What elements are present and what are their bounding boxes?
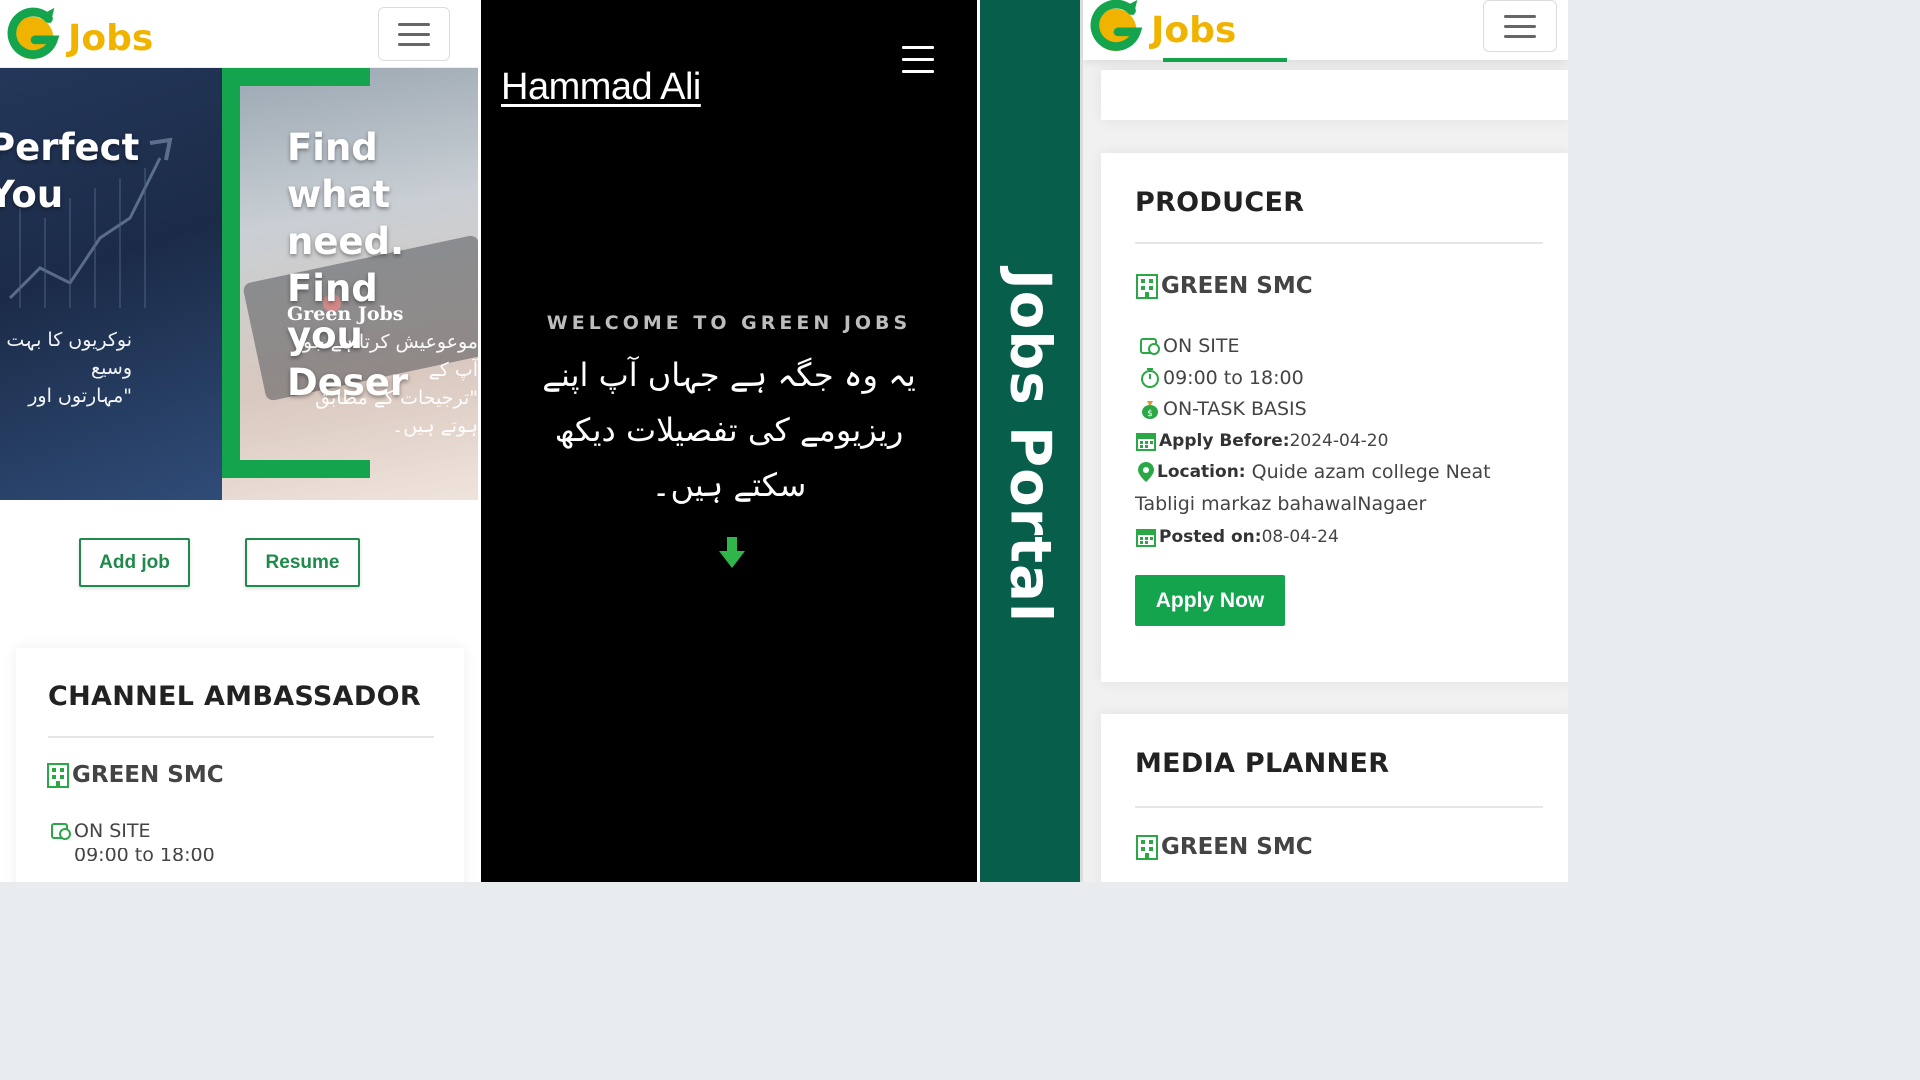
logo-underline: [1163, 58, 1287, 62]
job-card: CHANNEL AMBASSADOR GREEN SMC ON SITE 09:…: [16, 648, 464, 882]
divider: [1135, 806, 1543, 808]
work-type-row: ON SITE: [1139, 335, 1239, 357]
time-label: 09:00 to 18:00: [1163, 367, 1304, 389]
hero-brand-text: Green Jobs: [287, 303, 404, 325]
location-line1: Quide azam college Neat: [1251, 461, 1491, 483]
basis-label: ON-TASK BASIS: [1163, 398, 1307, 420]
add-job-button[interactable]: Add job: [79, 538, 190, 587]
calendar-icon: [1136, 529, 1156, 547]
divider: [48, 736, 434, 738]
green-frame-top: [222, 68, 370, 86]
logo-text: Jobs: [1151, 9, 1237, 51]
hero-left-image: Perfect You نوکریوں کا بہت وسیع "مہارتوں…: [0, 68, 222, 500]
calendar-icon: [1136, 433, 1156, 451]
clock-icon: [1141, 368, 1159, 388]
time-row: 09:00 to 18:00: [1139, 367, 1304, 389]
green-frame-bottom: [222, 460, 370, 478]
user-name-link[interactable]: Hammad Ali: [501, 66, 701, 109]
work-type-label: ON SITE: [1163, 335, 1240, 357]
menu-icon[interactable]: [902, 46, 934, 73]
resume-button[interactable]: Resume: [245, 538, 360, 587]
company-name: GREEN SMC: [46, 762, 224, 788]
job-card-producer: PRODUCER GREEN SMC ON SITE 09:00 to 18:0…: [1101, 153, 1568, 682]
job-title: PRODUCER: [1135, 187, 1305, 218]
jobs-home-panel: Jobs Perfect You نوکریوں کا بہت وسیع "مہ…: [0, 0, 478, 882]
job-listings-panel: Jobs PRODUCER GREEN SMC ON SITE 09:00 to…: [1080, 0, 1568, 882]
divider: [1135, 242, 1543, 244]
building-icon: [47, 763, 69, 788]
posted-date: 08-04-24: [1261, 527, 1339, 547]
company-name: GREEN SMC: [1135, 273, 1313, 299]
welcome-heading: WELCOME TO GREEN JOBS: [546, 312, 912, 334]
menu-icon: [398, 22, 430, 26]
time-label: 09:00 to 18:00: [74, 848, 215, 861]
arrow-down-icon[interactable]: [717, 535, 747, 571]
jobs-portal-label: Jobs Portal: [997, 268, 1063, 624]
company-label: GREEN SMC: [1161, 273, 1313, 299]
company-label: GREEN SMC: [72, 762, 224, 788]
posted-row: Posted on: 08-04-24: [1135, 526, 1339, 548]
company-name: GREEN SMC: [1135, 834, 1313, 860]
menu-toggle-button[interactable]: [1483, 0, 1557, 52]
job-title: MEDIA PLANNER: [1135, 748, 1390, 779]
company-label: GREEN SMC: [1161, 834, 1313, 860]
profile-welcome-panel: Hammad Ali WELCOME TO GREEN JOBS یہ وہ ج…: [478, 0, 980, 882]
logo[interactable]: Jobs: [6, 6, 153, 64]
menu-icon: [1504, 14, 1536, 18]
header: Jobs: [1083, 0, 1568, 62]
hero-left-urdu: نوکریوں کا بہت وسیع "مہارتوں اور: [6, 329, 132, 407]
building-icon: [1136, 274, 1158, 299]
location-line2: Tabligi markaz bahawalNagaer: [1135, 493, 1427, 515]
hero-right-urdu: موعوعیش کرتا ہے جو آپ کے "ترجیحات کے مطا…: [303, 331, 478, 437]
hero-banner: Perfect You نوکریوں کا بہت وسیع "مہارتوں…: [0, 68, 478, 500]
location-work-icon: [1140, 338, 1160, 355]
apply-now-button[interactable]: Apply Now: [1135, 575, 1285, 626]
time-row: 09:00 to 18:00: [50, 848, 215, 861]
location-work-icon: [51, 823, 71, 840]
logo-mark-icon: [1090, 0, 1143, 52]
header: Jobs: [0, 0, 478, 68]
basis-row: $ ON-TASK BASIS: [1139, 398, 1307, 420]
job-card-media-planner: MEDIA PLANNER GREEN SMC: [1101, 714, 1568, 882]
work-type-label: ON SITE: [74, 820, 151, 842]
apply-before-date: 2024-04-20: [1289, 431, 1389, 451]
menu-toggle-button[interactable]: [378, 7, 450, 61]
location-line2-row: Tabligi markaz bahawalNagaer: [1135, 493, 1426, 515]
location-label: Location:: [1157, 462, 1246, 482]
location-row: Location: Quide azam college Neat: [1137, 461, 1491, 483]
card-fragment: [1101, 70, 1568, 120]
job-title: CHANNEL AMBASSADOR: [48, 681, 421, 712]
welcome-urdu-text: یہ وہ جگہ ہے جہاں آپ اپنے ریزیومے کی تفص…: [542, 356, 916, 504]
work-type-row: ON SITE: [50, 820, 150, 842]
map-pin-icon: [1138, 462, 1154, 482]
apply-before-label: Apply Before:: [1159, 431, 1290, 451]
green-frame: [222, 68, 240, 478]
posted-label: Posted on:: [1159, 527, 1262, 547]
hero-left-title: Perfect You: [0, 126, 140, 216]
jobs-portal-banner: Jobs Portal: [980, 0, 1080, 882]
logo-mark-icon: [7, 7, 60, 60]
logo[interactable]: Jobs: [1089, 0, 1236, 56]
logo-text: Jobs: [68, 17, 154, 59]
building-icon: [1136, 835, 1158, 860]
money-bag-icon: $: [1142, 401, 1158, 419]
apply-before-row: Apply Before: 2024-04-20: [1135, 430, 1388, 452]
svg-text:$: $: [1147, 409, 1153, 419]
